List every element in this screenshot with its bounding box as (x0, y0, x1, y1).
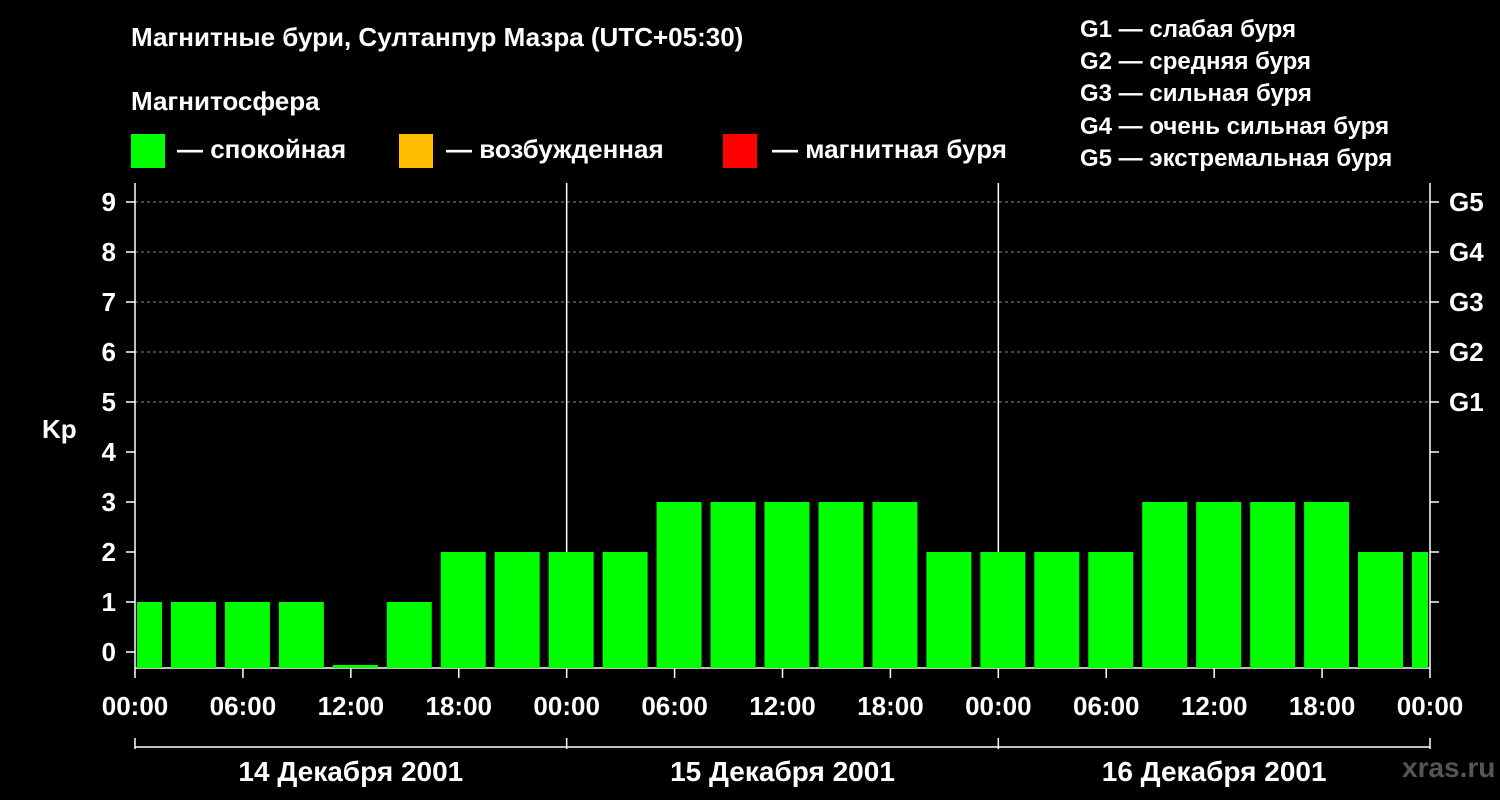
x-tick-label: 06:00 (1073, 691, 1140, 721)
y-tick-label: 5 (102, 387, 116, 417)
kp-bar (818, 502, 864, 668)
y-axis-label: Kp (42, 414, 77, 444)
kp-bar (980, 552, 1026, 668)
y-tick-label: 6 (102, 337, 116, 367)
x-tick-label: 00:00 (965, 691, 1032, 721)
kp-bar (1304, 502, 1350, 668)
g-tick-label: G3 (1449, 287, 1484, 317)
kp-bar (1196, 502, 1242, 668)
kp-bar (332, 665, 378, 668)
y-tick-label: 9 (102, 187, 116, 217)
kp-bar (1088, 552, 1134, 668)
y-tick-label: 7 (102, 287, 116, 317)
kp-bar (764, 502, 810, 668)
x-tick-label: 00:00 (1397, 691, 1464, 721)
x-tick-label: 18:00 (426, 691, 493, 721)
kp-bar (1412, 552, 1428, 668)
kp-bar (1358, 552, 1404, 668)
day-label: 16 Декабря 2001 (1102, 756, 1327, 787)
x-tick-label: 00:00 (533, 691, 600, 721)
kp-bar (1142, 502, 1188, 668)
watermark: xras.ru (1402, 752, 1496, 783)
kp-bar (170, 602, 216, 668)
y-tick-label: 8 (102, 237, 116, 267)
g-tick-label: G2 (1449, 337, 1484, 367)
kp-bar (278, 602, 324, 668)
g-tick-label: G1 (1449, 387, 1484, 417)
kp-bar (602, 552, 648, 668)
g-tick-label: G4 (1449, 237, 1484, 267)
kp-bar (494, 552, 540, 668)
y-tick-label: 3 (102, 487, 116, 517)
kp-bar (872, 502, 918, 668)
kp-bar (440, 552, 486, 668)
kp-bar (137, 602, 162, 668)
kp-bar (926, 552, 972, 668)
kp-bar (1034, 552, 1080, 668)
kp-bar (1250, 502, 1296, 668)
y-tick-label: 2 (102, 537, 116, 567)
x-tick-label: 06:00 (210, 691, 277, 721)
y-tick-label: 0 (102, 637, 116, 667)
x-tick-label: 00:00 (102, 691, 169, 721)
y-tick-label: 1 (102, 587, 116, 617)
y-tick-label: 4 (102, 437, 117, 467)
x-tick-label: 12:00 (1181, 691, 1248, 721)
kp-bar (386, 602, 432, 668)
kp-bar (224, 602, 270, 668)
x-tick-label: 06:00 (641, 691, 708, 721)
kp-bar (710, 502, 756, 668)
day-label: 14 Декабря 2001 (238, 756, 463, 787)
g-tick-label: G5 (1449, 187, 1484, 217)
day-label: 15 Декабря 2001 (670, 756, 895, 787)
x-tick-label: 18:00 (857, 691, 924, 721)
x-tick-label: 12:00 (749, 691, 816, 721)
kp-bar (548, 552, 594, 668)
kp-bar (656, 502, 702, 668)
x-tick-label: 18:00 (1289, 691, 1356, 721)
x-tick-label: 12:00 (318, 691, 385, 721)
kp-bar-chart: 0 1 2 3 4 5 6 7 8 9 G1 G2 G3 G4 G5 Kp 00:00 06:00 12:00 18:… (42, 183, 1484, 787)
